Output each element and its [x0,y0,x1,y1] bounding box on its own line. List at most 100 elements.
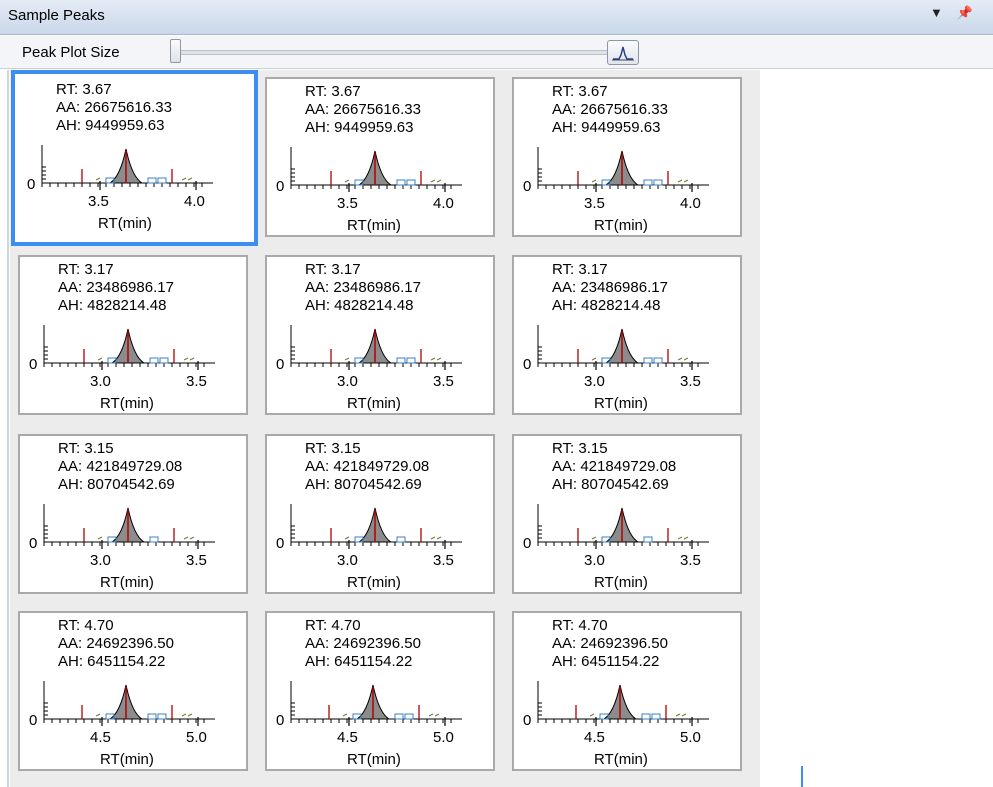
peak-tile[interactable]: RT: 3.15 AA: 421849729.08 AH: 80704542.69 R… [18,434,248,594]
x-tick-label: 3.5 [680,552,701,569]
noise-dash [677,357,683,361]
peak-tile[interactable]: RT: 3.67 AA: 26675616.33 AH: 9449959.63 RT(… [512,77,742,237]
y-tick-label: 0 [29,712,37,729]
noise-dash [97,357,103,361]
noise-dash [677,536,683,540]
noise-dash [434,713,440,717]
chevron-down-icon[interactable]: ▼ [930,5,943,20]
noise-dash [591,357,597,361]
x-tick-label: 3.5 [433,552,454,569]
noise-dash [589,713,595,717]
baseline-box [149,536,159,543]
y-tick-label: 0 [276,535,284,552]
y-tick-label: 0 [523,535,531,552]
noise-dash [183,536,189,540]
noise-dash [187,713,193,717]
peak-tile[interactable]: RT: 4.70 AA: 24692396.50 AH: 6451154.22 RT(… [512,611,742,771]
peak-tile[interactable]: RT: 3.15 AA: 421849729.08 AH: 80704542.69 R… [265,434,495,594]
panel-left-border [7,70,9,787]
x-tick-label: 3.0 [584,552,605,569]
baseline-box [396,536,406,543]
x-tick-label: 4.0 [184,193,205,210]
x-tick-label: 3.0 [337,552,358,569]
peak-tile[interactable]: RT: 4.70 AA: 24692396.50 AH: 6451154.22 RT(… [18,611,248,771]
peak-chart: 0 3.0 3.5 [29,504,215,569]
peak-chart: 0 3.5 4.0 [523,147,709,212]
peak-chart: 0 3.0 3.5 [276,504,462,569]
x-tick-label: 5.0 [680,729,701,746]
panel-title: Sample Peaks [8,7,105,24]
peak-chart: 0 4.5 5.0 [29,681,215,746]
pin-icon[interactable]: 📌 [957,5,973,20]
x-tick-label: 3.0 [90,552,111,569]
peak-tile[interactable]: RT: 3.17 AA: 23486986.17 AH: 4828214.48 RT(… [265,255,495,415]
peak-plot-button[interactable] [607,40,639,65]
peak-chart: 0 3.0 3.5 [276,325,462,390]
baseline-box [651,713,661,720]
baseline-box [394,713,404,720]
baseline-box [147,177,157,184]
peak-tile[interactable]: RT: 3.67 AA: 26675616.33 AH: 9449959.63 RT(… [265,77,495,237]
noise-dash [97,536,103,540]
x-tick-label: 4.0 [433,195,454,212]
baseline-box [641,713,651,720]
y-tick-label: 0 [29,535,37,552]
noise-dash [181,177,187,181]
y-tick-label: 0 [523,178,531,195]
noise-dash [591,179,597,183]
baseline-box [406,179,416,186]
x-tick-label: 4.5 [337,729,358,746]
baseline-box [396,357,406,364]
noise-dash [428,713,434,717]
x-tick-label: 3.0 [584,373,605,390]
x-tick-label: 4.5 [584,729,605,746]
baseline-box [157,177,167,184]
peak-tile[interactable]: RT: 3.17 AA: 23486986.17 AH: 4828214.48 RT(… [512,255,742,415]
baseline-box [157,713,167,720]
peak-plot-size-label: Peak Plot Size [22,44,120,61]
baseline-box [404,713,414,720]
baseline-box [643,357,653,364]
x-tick-label: 4.0 [680,195,701,212]
baseline-box [653,179,663,186]
baseline-box [406,357,416,364]
peak-plot-size-slider-thumb[interactable] [170,39,181,63]
x-tick-label: 3.5 [433,373,454,390]
peak-tile[interactable]: RT: 3.17 AA: 23486986.17 AH: 4828214.48 RT(… [18,255,248,415]
noise-dash [95,177,101,181]
x-tick-label: 5.0 [186,729,207,746]
peak-tile[interactable]: RT: 3.67 AA: 26675616.33 AH: 9449959.63 RT(… [11,70,258,246]
noise-dash [344,179,350,183]
noise-dash [436,357,442,361]
peak-chart: 0 3.0 3.5 [523,325,709,390]
noise-dash [344,536,350,540]
baseline-box [396,179,406,186]
noise-dash [430,357,436,361]
peak-tile[interactable]: RT: 4.70 AA: 24692396.50 AH: 6451154.22 RT(… [265,611,495,771]
noise-dash [675,713,681,717]
y-tick-label: 0 [276,178,284,195]
noise-dash [189,357,195,361]
splitter-marker[interactable] [801,766,803,787]
peak-tile[interactable]: RT: 3.15 AA: 421849729.08 AH: 80704542.69 R… [512,434,742,594]
baseline-box [147,713,157,720]
baseline-box [653,357,663,364]
x-tick-label: 5.0 [433,729,454,746]
x-tick-label: 4.5 [90,729,111,746]
y-tick-label: 0 [27,176,35,193]
noise-dash [436,536,442,540]
noise-dash [591,536,597,540]
peak-chart: 0 3.5 4.0 [27,145,213,210]
x-tick-label: 3.5 [88,193,109,210]
x-tick-label: 3.5 [186,552,207,569]
noise-dash [344,357,350,361]
peak-plot-size-slider-track[interactable] [170,50,612,55]
baseline-box [643,179,653,186]
noise-dash [183,357,189,361]
baseline-box [149,357,159,364]
x-tick-label: 3.5 [680,373,701,390]
baseline-box [159,357,169,364]
noise-dash [683,357,689,361]
peak-chart: 0 3.0 3.5 [523,504,709,569]
x-tick-label: 3.5 [186,373,207,390]
